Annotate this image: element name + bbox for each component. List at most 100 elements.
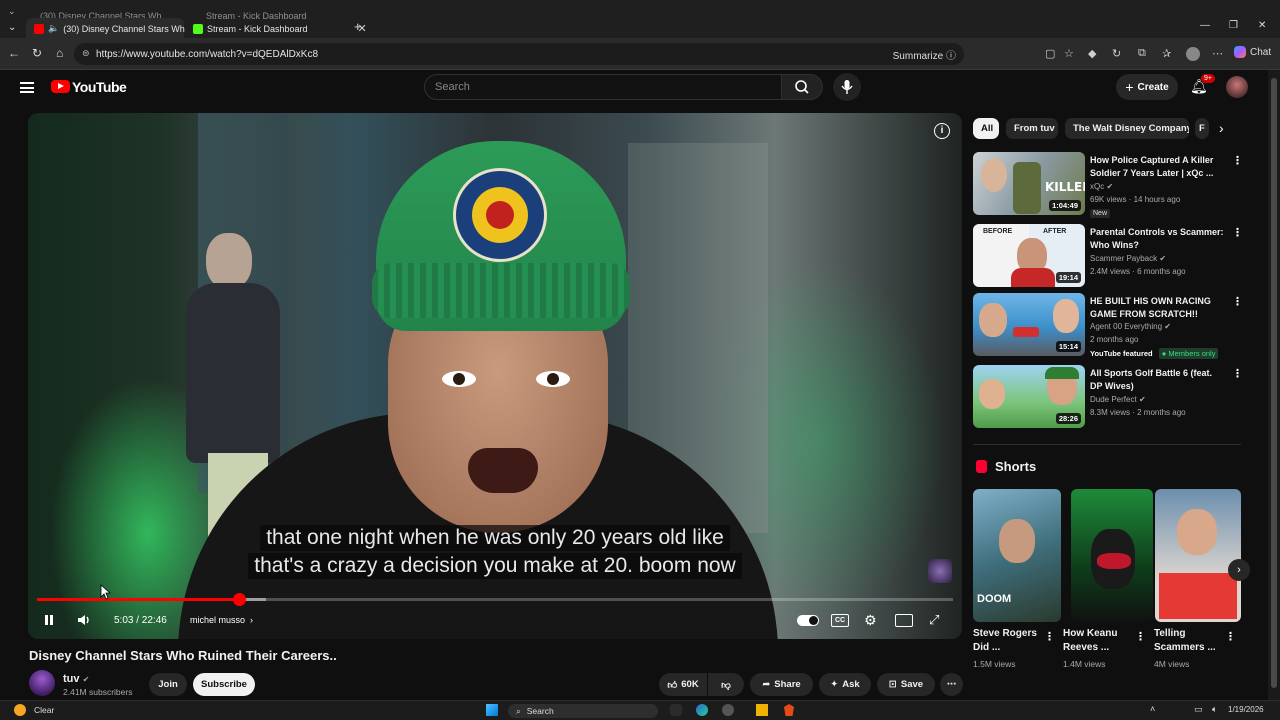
- theater-mode-button[interactable]: [895, 610, 913, 630]
- taskbar-search[interactable]: ⌕ Search: [508, 704, 658, 718]
- volume-button[interactable]: [76, 610, 92, 630]
- account-avatar[interactable]: [1226, 76, 1248, 98]
- more-vertical-icon[interactable]: ⋮: [1232, 154, 1243, 167]
- pause-button[interactable]: [42, 610, 56, 630]
- video-title: How Police Captured A Killer Soldier 7 Y…: [1090, 155, 1214, 178]
- video-subject-beanie-fold: [372, 263, 630, 318]
- share-button[interactable]: ➦ Share: [750, 673, 813, 696]
- maximize-icon[interactable]: ❐: [1229, 20, 1238, 31]
- progress-scrubber-handle[interactable]: [232, 593, 246, 606]
- windows-start-icon[interactable]: [486, 704, 498, 716]
- search-button[interactable]: [781, 74, 823, 100]
- address-bar[interactable]: ⊜ https://www.youtube.com/watch?v=dQEDAl…: [74, 43, 964, 65]
- search-input[interactable]: Search: [424, 74, 782, 100]
- profile-avatar[interactable]: [1186, 47, 1200, 61]
- more-vertical-icon[interactable]: ⋮: [1135, 630, 1146, 643]
- channel-avatar[interactable]: [29, 670, 55, 696]
- channel-name-text: tuv: [63, 673, 80, 685]
- copilot-chat-button[interactable]: Chat: [1234, 46, 1271, 58]
- close-window-icon[interactable]: ✕: [1258, 20, 1266, 31]
- site-info-icon[interactable]: ⊜: [82, 48, 90, 59]
- video-thumbnail[interactable]: 15:14: [973, 293, 1085, 356]
- recommendation-item[interactable]: BEFORE AFTER 19:14 Parental Controls vs …: [973, 224, 1243, 288]
- chevron-right-icon[interactable]: ›: [1219, 120, 1224, 136]
- settings-button[interactable]: ⚙: [864, 610, 877, 630]
- more-actions-button[interactable]: ⋯: [940, 673, 963, 696]
- minimize-icon[interactable]: —: [1200, 20, 1210, 31]
- reload-icon[interactable]: ↻: [32, 46, 42, 60]
- brave-browser-icon[interactable]: [784, 704, 794, 716]
- tray-chevron-icon[interactable]: ˄: [1150, 704, 1155, 714]
- ask-button[interactable]: ✦ Ask: [819, 673, 871, 696]
- chapter-button[interactable]: michel musso ›: [190, 610, 253, 630]
- scrollbar-thumb[interactable]: [1271, 78, 1277, 688]
- volume-icon[interactable]: 🔈︎: [1212, 704, 1217, 715]
- video-player[interactable]: i that one night when he was only 20 yea…: [28, 113, 962, 639]
- favorite-star-icon[interactable]: ☆: [1064, 47, 1074, 60]
- edge-icon[interactable]: [696, 704, 708, 716]
- file-explorer-icon[interactable]: [756, 704, 768, 716]
- taskbar-date[interactable]: 1/19/2026: [1228, 705, 1264, 714]
- refresh-extension-icon[interactable]: ↻: [1112, 47, 1121, 60]
- captions-button[interactable]: CC: [831, 610, 849, 630]
- youtube-logo-text[interactable]: YouTube: [72, 79, 127, 95]
- youtube-logo-icon[interactable]: [51, 80, 70, 93]
- short-thumbnail[interactable]: [1155, 489, 1241, 622]
- voice-search-button[interactable]: [833, 73, 861, 101]
- channel-line: Scammer Payback ✔: [1090, 254, 1166, 263]
- network-icon[interactable]: ▭: [1194, 704, 1203, 715]
- more-menu-icon[interactable]: ⋯: [1212, 47, 1223, 60]
- like-button[interactable]: 👍︎ 60K: [659, 673, 707, 696]
- task-view-icon[interactable]: [670, 704, 682, 716]
- favorites-icon[interactable]: ✰: [1162, 47, 1171, 60]
- chip-from-tuv[interactable]: From tuv: [1006, 118, 1058, 139]
- weather-text[interactable]: Clear: [34, 705, 54, 715]
- subscribe-button[interactable]: Subscribe: [193, 673, 255, 696]
- more-vertical-icon[interactable]: ⋮: [1044, 630, 1055, 643]
- browser-toolbar: ← ↻ ⌂ ⊜ https://www.youtube.com/watch?v=…: [0, 38, 1280, 70]
- dislike-button[interactable]: 👎︎: [708, 673, 744, 696]
- more-vertical-icon[interactable]: ⋮: [1232, 226, 1243, 239]
- video-thumbnail[interactable]: 28:26: [973, 365, 1085, 428]
- short-thumbnail[interactable]: [1071, 489, 1153, 622]
- speaker-icon[interactable]: 🔈: [48, 23, 59, 34]
- save-button[interactable]: ⊡ Save: [877, 673, 935, 696]
- back-icon[interactable]: ←: [8, 46, 20, 60]
- recommendation-item[interactable]: 15:14 HE BUILT HIS OWN RACING GAME FROM …: [973, 293, 1243, 359]
- chat-label: Chat: [1250, 46, 1272, 58]
- extension-icon[interactable]: ◆: [1088, 47, 1096, 60]
- chip-partial[interactable]: F: [1195, 118, 1209, 139]
- recommendation-item[interactable]: KILLER 1:04:49 How Police Captured A Kil…: [973, 152, 1243, 218]
- shorts-next-button[interactable]: ›: [1228, 559, 1250, 581]
- more-vertical-icon[interactable]: ⋮: [1232, 367, 1243, 380]
- create-button[interactable]: + Create: [1116, 74, 1178, 100]
- autoplay-toggle[interactable]: [797, 610, 819, 630]
- video-thumbnail[interactable]: KILLER 1:04:49: [973, 152, 1085, 215]
- recommendation-item[interactable]: 28:26 All Sports Golf Battle 6 (feat. DP…: [973, 365, 1243, 429]
- weather-icon[interactable]: [14, 704, 26, 716]
- more-vertical-icon[interactable]: ⋮: [1225, 630, 1236, 643]
- join-button[interactable]: Join: [149, 673, 187, 696]
- menu-icon[interactable]: [20, 82, 34, 93]
- more-vertical-icon[interactable]: ⋮: [1232, 295, 1243, 308]
- video-thumbnail[interactable]: BEFORE AFTER 19:14: [973, 224, 1085, 287]
- tab-youtube[interactable]: 🔈 (30) Disney Channel Stars Wh ✕: [34, 19, 204, 38]
- summarize-button[interactable]: Summarize ⓘ: [893, 47, 956, 62]
- chip-walt-disney[interactable]: The Walt Disney Company: [1065, 118, 1189, 139]
- collections-icon[interactable]: ⧉: [1138, 47, 1146, 60]
- reading-view-icon[interactable]: ▢: [1045, 47, 1055, 60]
- video-subject-eye: [536, 371, 570, 387]
- short-thumbnail[interactable]: DOOM: [973, 489, 1061, 622]
- chip-all[interactable]: All: [973, 118, 999, 139]
- taskbar-app-icon[interactable]: [722, 704, 734, 716]
- tab-kick[interactable]: Stream - Kick Dashboard ✕: [193, 19, 367, 38]
- info-icon[interactable]: i: [934, 123, 950, 139]
- fullscreen-button[interactable]: ⤢: [929, 610, 939, 630]
- channel-watermark[interactable]: [928, 559, 952, 583]
- new-tab-icon[interactable]: +: [354, 19, 362, 34]
- tab-list-icon[interactable]: ⌄: [8, 6, 16, 17]
- home-icon[interactable]: ⌂: [56, 46, 63, 60]
- video-duration: 15:14: [1055, 341, 1081, 352]
- channel-name[interactable]: tuv ✔: [63, 673, 89, 685]
- tab-search-icon[interactable]: ⌄: [8, 22, 16, 33]
